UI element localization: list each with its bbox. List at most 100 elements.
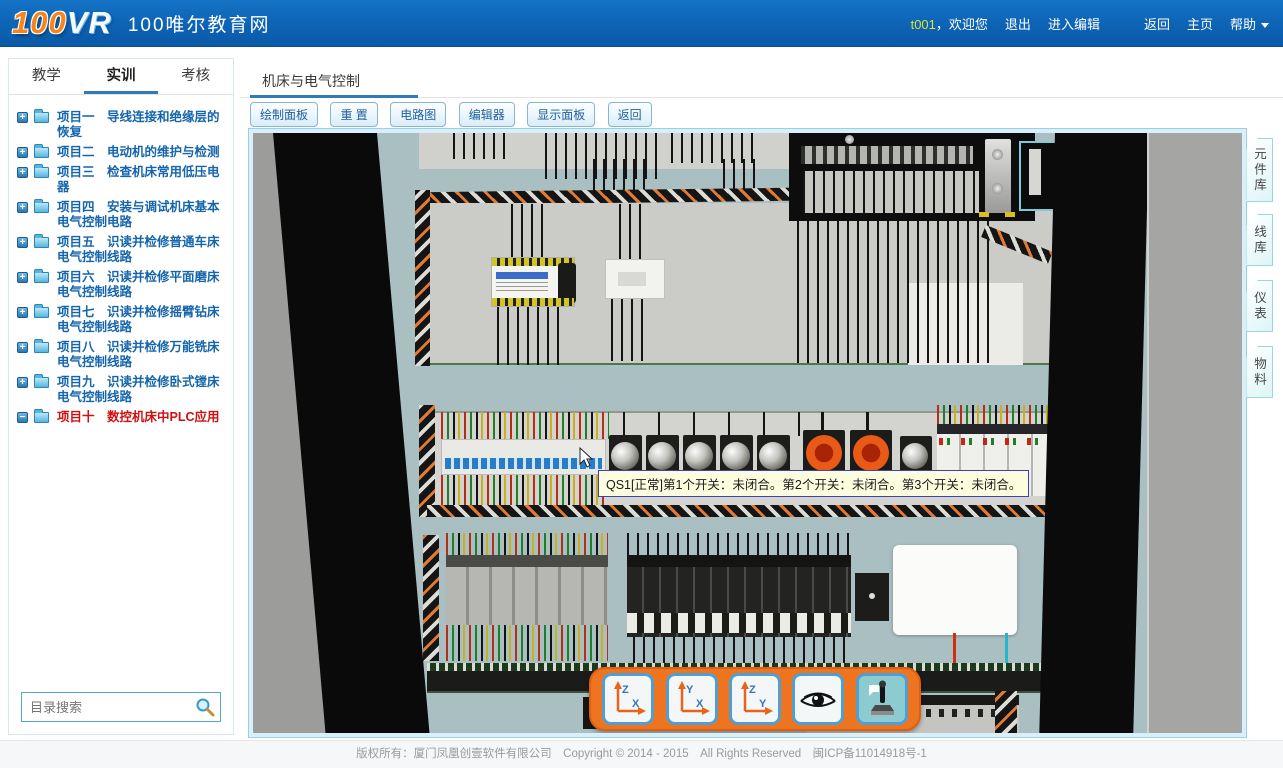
folder-icon xyxy=(34,202,49,213)
view-side-button[interactable]: Z Y xyxy=(729,673,781,725)
hazard-duct-stub xyxy=(995,691,1017,733)
active-tab-underline xyxy=(250,95,418,98)
mini-relay-labels xyxy=(627,613,851,633)
wire-bundle xyxy=(593,159,651,192)
colored-wires xyxy=(441,475,606,505)
tree-item-label: 项目四 安装与调试机床基本电气控制电路 xyxy=(57,200,220,229)
view-top-button[interactable]: Y X xyxy=(666,673,718,725)
welcome-text: t001，欢迎您 xyxy=(911,14,988,33)
plc-module[interactable] xyxy=(789,133,1035,221)
cabinet-right-column xyxy=(1147,133,1242,733)
relay-module[interactable] xyxy=(605,259,665,299)
nav-back[interactable]: 返回 xyxy=(1144,14,1170,33)
tree-item[interactable]: 项目四 安装与调试机床基本电气控制电路 xyxy=(13,199,229,234)
button-knob xyxy=(759,442,787,470)
site-logo[interactable]: 100 VR xyxy=(12,5,112,41)
relay-window xyxy=(618,272,646,286)
expand-plus-icon[interactable] xyxy=(17,272,28,283)
expand-plus-icon[interactable] xyxy=(17,147,28,158)
view-front-button[interactable]: Z X xyxy=(602,673,654,725)
tree-item-label: 项目一 导线连接和绝缘层的恢复 xyxy=(57,110,220,139)
main-panel: 机床与电气控制 绘制面板 重 置 电路图 编辑器 显示面板 返回 xyxy=(240,58,1283,735)
view-joystick-button[interactable] xyxy=(856,673,908,725)
tab-materials[interactable]: 物料 xyxy=(1246,346,1273,398)
return-button[interactable]: 返回 xyxy=(608,102,652,127)
content-tab-title[interactable]: 机床与电气控制 xyxy=(262,71,360,91)
svg-text:Y: Y xyxy=(759,698,767,710)
transformer[interactable] xyxy=(491,257,575,307)
tree-item-label: 项目五 识读并检修普通车床电气控制线路 xyxy=(57,235,220,264)
relay-bank[interactable] xyxy=(446,555,608,625)
show-panel-button[interactable]: 显示面板 xyxy=(527,102,595,127)
3d-viewport[interactable]: QS1[正常]第1个开关：未闭合。第2个开关：未闭合。第3个开关：未闭合。 Z xyxy=(253,133,1242,733)
tab-assessment[interactable]: 考核 xyxy=(158,59,233,94)
button-knob xyxy=(611,442,639,470)
expand-plus-icon[interactable] xyxy=(17,167,28,178)
tab-instruments[interactable]: 仪表 xyxy=(1246,280,1273,332)
svg-text:X: X xyxy=(632,698,640,710)
tree-item-label: 项目二 电动机的维护与检测 xyxy=(57,145,220,159)
tab-teaching[interactable]: 教学 xyxy=(9,59,84,94)
nav-home[interactable]: 主页 xyxy=(1187,14,1213,33)
folder-icon xyxy=(34,377,49,388)
colored-wires xyxy=(441,412,609,439)
tree-item-selected[interactable]: 项目十 数控机床中PLC应用 xyxy=(13,409,229,429)
collapse-minus-icon[interactable] xyxy=(17,412,28,423)
header-nav: t001，欢迎您 退出 进入编辑 返回 主页 帮助 xyxy=(911,0,1269,47)
estop-knob xyxy=(853,435,889,471)
hazard-duct-bottom xyxy=(427,505,1059,517)
wire-stems xyxy=(821,412,901,432)
nav-help[interactable]: 帮助 xyxy=(1230,14,1269,33)
expand-plus-icon[interactable] xyxy=(17,377,28,388)
cyan-wire xyxy=(1005,633,1008,663)
content-tabbar: 机床与电气控制 xyxy=(240,58,1283,98)
wire-bundle xyxy=(633,637,848,663)
wire-bundle xyxy=(723,159,763,191)
expand-plus-icon[interactable] xyxy=(17,237,28,248)
colored-wires xyxy=(446,625,608,661)
tree-item[interactable]: 项目七 识读并检修摇臂钻床电气控制线路 xyxy=(13,304,229,339)
nav-logout[interactable]: 退出 xyxy=(1005,14,1031,33)
axis-zy-icon: Z Y xyxy=(736,680,774,718)
reset-button[interactable]: 重 置 xyxy=(330,102,377,127)
expand-plus-icon[interactable] xyxy=(17,307,28,318)
tab-component-library[interactable]: 元件库 xyxy=(1246,138,1273,202)
editor-button[interactable]: 编辑器 xyxy=(459,102,515,127)
colored-wires xyxy=(937,405,1057,424)
estop-knob xyxy=(806,435,842,471)
tree-item[interactable]: 项目五 识读并检修普通车床电气控制线路 xyxy=(13,234,229,269)
nav-enter-edit[interactable]: 进入编辑 xyxy=(1048,14,1100,33)
tree-item[interactable]: 项目九 识读并检修卧式镗床电气控制线路 xyxy=(13,374,229,409)
expand-plus-icon[interactable] xyxy=(17,342,28,353)
tree-item[interactable]: 项目二 电动机的维护与检测 xyxy=(13,144,229,164)
contactor-indicators xyxy=(939,438,1055,445)
folder-icon xyxy=(34,237,49,248)
expand-plus-icon[interactable] xyxy=(17,112,28,123)
mini-relay-row[interactable] xyxy=(627,555,851,637)
folder-icon xyxy=(34,307,49,318)
tab-training[interactable]: 实训 xyxy=(84,59,159,94)
viewport-frame: QS1[正常]第1个开关：未闭合。第2个开关：未闭合。第3个开关：未闭合。 Z xyxy=(248,128,1247,738)
tree-item[interactable]: 项目六 识读并检修平面磨床电气控制线路 xyxy=(13,269,229,304)
tree-item[interactable]: 项目三 检查机床常用低压电器 xyxy=(13,164,229,199)
terminal-connector[interactable] xyxy=(855,573,889,621)
joystick-icon xyxy=(862,679,902,719)
tree-item[interactable]: 项目八 识读并检修万能铣床电气控制线路 xyxy=(13,339,229,374)
transformer-text-lines xyxy=(496,282,548,294)
circuit-diagram-button[interactable]: 电路图 xyxy=(390,102,446,127)
draw-panel-button[interactable]: 绘制面板 xyxy=(250,102,318,127)
site-name: 100唯尔教育网 xyxy=(128,10,271,37)
wire-bundle xyxy=(511,204,545,257)
expand-plus-icon[interactable] xyxy=(17,202,28,213)
wire-stems xyxy=(623,412,803,436)
folder-icon xyxy=(34,147,49,158)
indicator-mark xyxy=(1005,212,1015,217)
search-icon[interactable] xyxy=(195,697,215,717)
view-eye-button[interactable] xyxy=(792,673,844,725)
mini-relay-caps xyxy=(627,555,851,567)
tab-wire-library[interactable]: 线库 xyxy=(1246,214,1273,266)
tree-item-label: 项目九 识读并检修卧式镗床电气控制线路 xyxy=(57,375,220,404)
tree-item[interactable]: 项目一 导线连接和绝缘层的恢复 xyxy=(13,109,229,144)
screw-icon xyxy=(992,149,1003,160)
search-input[interactable] xyxy=(21,692,221,722)
